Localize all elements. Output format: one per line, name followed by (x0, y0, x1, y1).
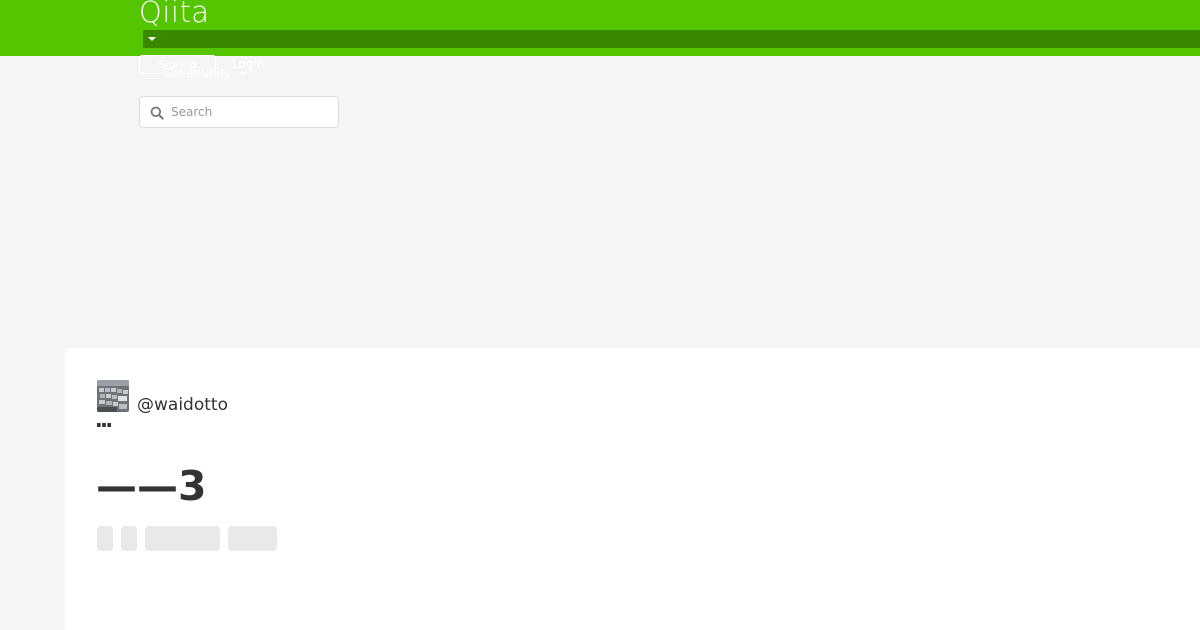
global-header: Qiita (0, 0, 1200, 56)
chevron-down-icon[interactable] (239, 72, 247, 76)
author-username[interactable]: @waidotto (137, 395, 228, 415)
qiita-logo[interactable]: Qiita (139, 0, 210, 29)
menu-toggle-bar[interactable] (143, 30, 1200, 48)
search-icon (150, 106, 164, 120)
tag-skeleton (121, 526, 137, 551)
tag-skeleton (97, 526, 113, 551)
chevron-down-icon (148, 37, 156, 41)
article-card: @waidotto ——3 (65, 348, 1200, 630)
tag-skeleton (228, 526, 277, 551)
community-menu[interactable]: Community (162, 66, 231, 80)
search-input[interactable] (171, 101, 331, 123)
search-box (139, 96, 339, 128)
keyboard-avatar-image (97, 380, 129, 412)
tag-skeleton (145, 526, 220, 551)
more-icon[interactable] (96, 421, 112, 429)
article-title: ——3 (96, 462, 207, 510)
avatar[interactable] (97, 380, 129, 412)
login-link[interactable]: Login (232, 57, 264, 71)
